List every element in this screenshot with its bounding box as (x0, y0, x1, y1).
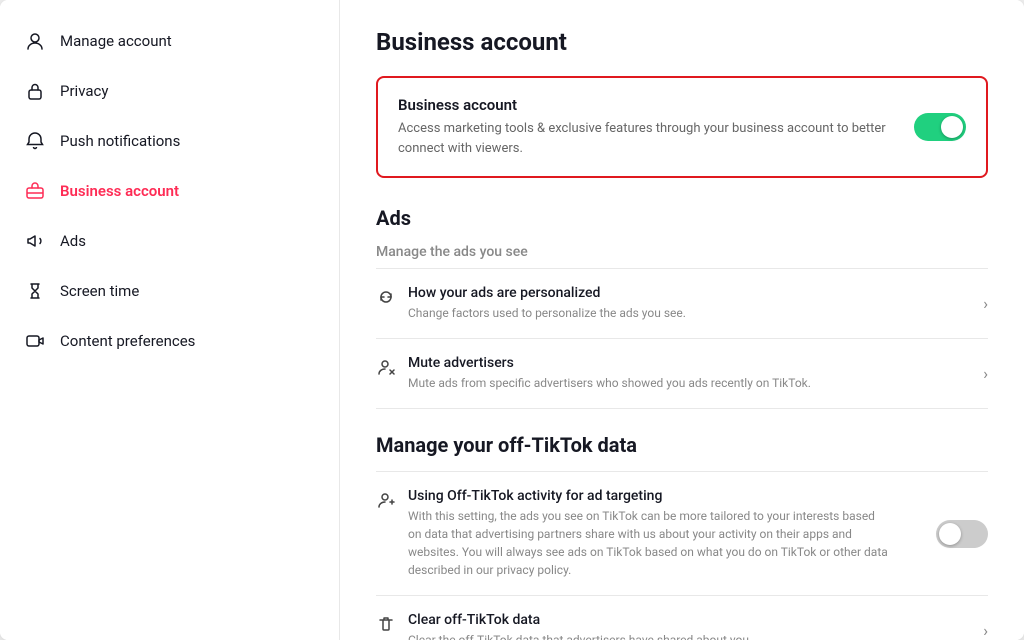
lock-icon (24, 80, 46, 102)
page-title: Business account (376, 28, 988, 56)
refresh-icon (376, 287, 396, 307)
business-card-description: Access marketing tools & exclusive featu… (398, 119, 898, 158)
clear-off-tiktok-item[interactable]: Clear off-TikTok data Clear the off-TikT… (376, 596, 988, 640)
chevron-right-icon: › (983, 364, 988, 383)
sidebar-label-manage-account: Manage account (60, 32, 172, 50)
app-container: Manage account Privacy Push notification… (0, 0, 1024, 640)
business-account-card: Business account Access marketing tools … (376, 76, 988, 178)
trash-icon (376, 614, 396, 634)
off-tiktok-activity-desc: With this setting, the ads you see on Ti… (408, 507, 888, 579)
megaphone-icon (24, 230, 46, 252)
sidebar-item-ads[interactable]: Ads (0, 216, 339, 266)
sidebar-item-privacy[interactable]: Privacy (0, 66, 339, 116)
person-data-icon (376, 490, 396, 510)
mute-advertisers-title: Mute advertisers (408, 355, 811, 371)
sidebar-label-push-notifications: Push notifications (60, 132, 180, 150)
video-icon (24, 330, 46, 352)
sidebar-label-content-preferences: Content preferences (60, 332, 195, 350)
off-tiktok-activity-toggle[interactable] (936, 520, 988, 548)
sidebar-label-screen-time: Screen time (60, 282, 139, 300)
personalized-ads-desc: Change factors used to personalize the a… (408, 304, 686, 322)
business-card-title: Business account (398, 96, 898, 114)
sidebar-item-business-account[interactable]: Business account (0, 166, 339, 216)
sidebar-item-screen-time[interactable]: Screen time (0, 266, 339, 316)
briefcase-icon (24, 180, 46, 202)
off-tiktok-section: Manage your off-TikTok data Us (376, 433, 988, 640)
sidebar-label-ads: Ads (60, 232, 86, 250)
mute-user-icon (376, 357, 396, 377)
sidebar-label-privacy: Privacy (60, 82, 108, 100)
mute-advertisers-desc: Mute ads from specific advertisers who s… (408, 374, 811, 392)
hourglass-icon (24, 280, 46, 302)
ads-section: Ads Manage the ads you see (376, 206, 988, 409)
off-tiktok-activity-item[interactable]: Using Off-TikTok activity for ad targeti… (376, 472, 988, 596)
off-tiktok-section-title: Manage your off-TikTok data (376, 433, 988, 457)
bell-icon (24, 130, 46, 152)
sidebar-item-manage-account[interactable]: Manage account (0, 16, 339, 66)
clear-off-tiktok-desc: Clear the off-TikTok data that advertise… (408, 631, 752, 640)
sidebar-item-push-notifications[interactable]: Push notifications (0, 116, 339, 166)
business-card-text: Business account Access marketing tools … (398, 96, 898, 158)
chevron-right-icon: › (983, 621, 988, 640)
sidebar-item-content-preferences[interactable]: Content preferences (0, 316, 339, 366)
business-account-toggle[interactable] (914, 113, 966, 141)
off-tiktok-activity-title: Using Off-TikTok activity for ad targeti… (408, 488, 888, 504)
clear-off-tiktok-title: Clear off-TikTok data (408, 612, 752, 628)
ads-section-title: Ads (376, 206, 988, 230)
chevron-right-icon: › (983, 294, 988, 313)
main-content: Business account Business account Access… (340, 0, 1024, 640)
user-icon (24, 30, 46, 52)
personalized-ads-title: How your ads are personalized (408, 285, 686, 301)
mute-advertisers-item[interactable]: Mute advertisers Mute ads from specific … (376, 339, 988, 409)
personalized-ads-item[interactable]: How your ads are personalized Change fac… (376, 269, 988, 339)
off-tiktok-settings-list: Using Off-TikTok activity for ad targeti… (376, 471, 988, 640)
ads-settings-list: How your ads are personalized Change fac… (376, 268, 988, 409)
manage-ads-subtitle: Manage the ads you see (376, 244, 988, 260)
sidebar: Manage account Privacy Push notification… (0, 0, 340, 640)
sidebar-label-business-account: Business account (60, 182, 179, 200)
